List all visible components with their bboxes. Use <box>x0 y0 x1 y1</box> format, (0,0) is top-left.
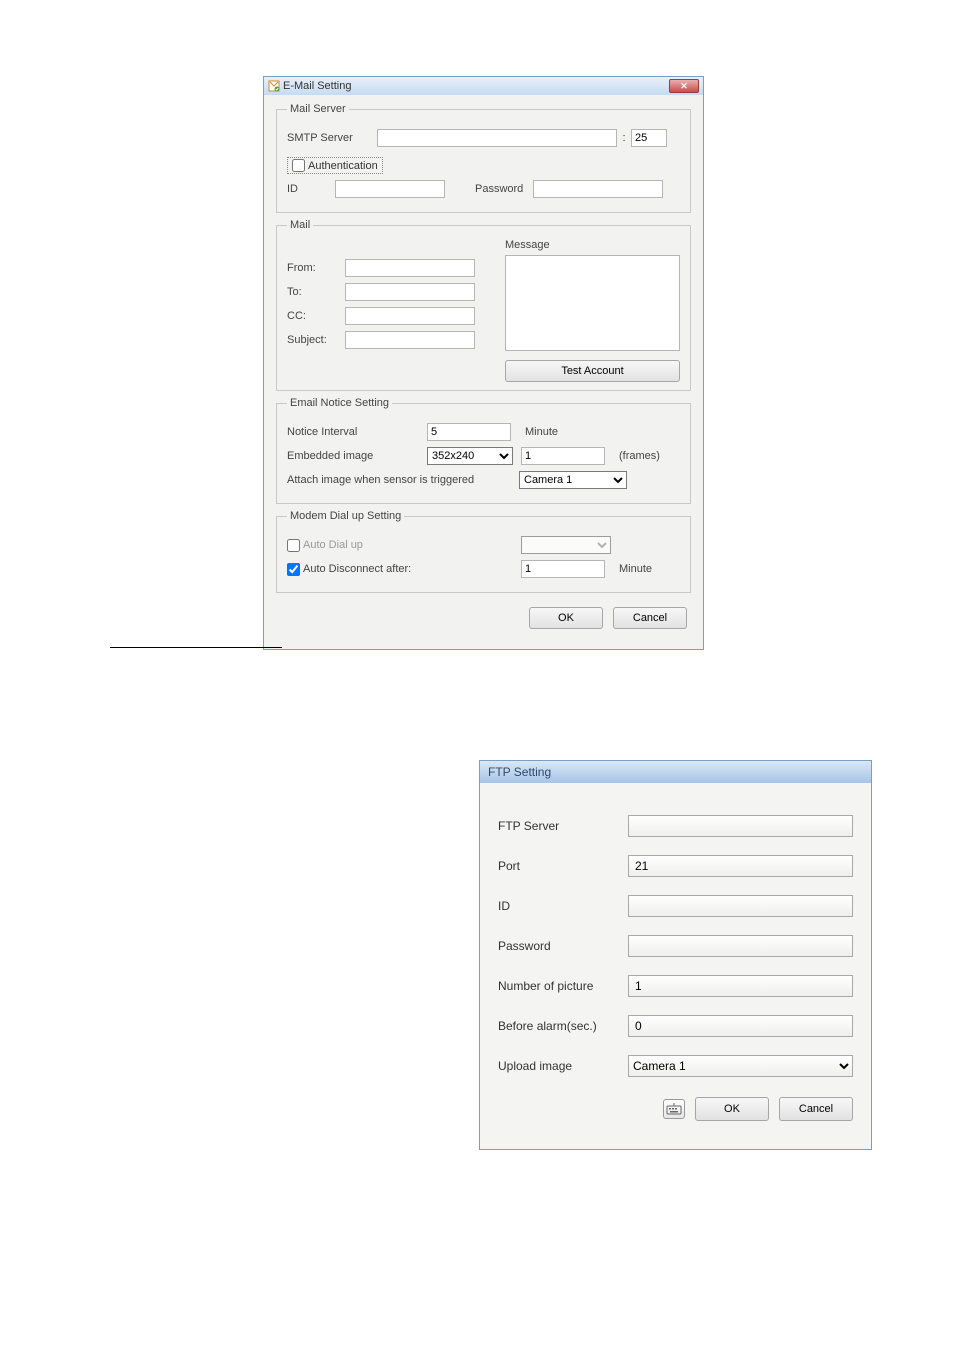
ftp-titlebar: FTP Setting <box>480 761 871 783</box>
port-separator: : <box>617 132 631 144</box>
ftp-password-label: Password <box>498 939 628 953</box>
section-underline <box>110 647 282 648</box>
auto-disconnect-input[interactable] <box>521 560 605 578</box>
email-notice-fieldset: Email Notice Setting Notice Interval Min… <box>276 397 691 504</box>
ftp-upload-image-label: Upload image <box>498 1059 628 1073</box>
modem-fieldset: Modem Dial up Setting Auto Dial up Auto … <box>276 510 691 593</box>
message-label: Message <box>505 239 680 251</box>
embedded-image-label: Embedded image <box>287 450 427 462</box>
ftp-upload-camera-select[interactable]: Camera 1 <box>628 1055 853 1077</box>
to-label: To: <box>287 286 345 298</box>
notice-interval-input[interactable] <box>427 423 511 441</box>
frames-unit: (frames) <box>619 450 660 462</box>
auto-disconnect-label: Auto Disconnect after: <box>303 563 521 575</box>
ftp-before-alarm-label: Before alarm(sec.) <box>498 1019 628 1033</box>
embedded-size-select[interactable]: 352x240 <box>427 447 513 465</box>
to-input[interactable] <box>345 283 475 301</box>
test-account-button[interactable]: Test Account <box>505 360 680 382</box>
subject-label: Subject: <box>287 334 345 346</box>
authentication-label: Authentication <box>308 160 378 172</box>
auto-dialup-checkbox[interactable] <box>287 539 300 552</box>
ftp-setting-dialog: FTP Setting FTP Server Port ID Password … <box>479 760 872 1150</box>
email-setting-dialog: E-Mail Setting ✕ Mail Server SMTP Server… <box>263 76 704 650</box>
keyboard-icon[interactable] <box>663 1099 685 1119</box>
message-textarea[interactable] <box>505 255 680 351</box>
ftp-password-input[interactable] <box>628 935 853 957</box>
ftp-num-picture-input[interactable] <box>628 975 853 997</box>
ftp-dialog-title: FTP Setting <box>488 765 551 779</box>
attach-camera-select[interactable]: Camera 1 <box>519 471 627 489</box>
smtp-input[interactable] <box>377 129 617 147</box>
id-label: ID <box>287 183 335 195</box>
mail-legend: Mail <box>287 219 313 231</box>
cc-label: CC: <box>287 310 345 322</box>
authentication-checkbox-wrap[interactable]: Authentication <box>287 157 383 174</box>
auto-dialup-select <box>521 536 611 554</box>
ftp-ok-button[interactable]: OK <box>695 1097 769 1121</box>
modem-legend: Modem Dial up Setting <box>287 510 404 522</box>
mail-server-fieldset: Mail Server SMTP Server : Authentication… <box>276 103 691 213</box>
notice-interval-unit: Minute <box>525 426 558 438</box>
from-input[interactable] <box>345 259 475 277</box>
email-cancel-button[interactable]: Cancel <box>613 607 687 629</box>
close-icon: ✕ <box>680 81 688 92</box>
smtp-label: SMTP Server <box>287 132 377 144</box>
email-ok-button[interactable]: OK <box>529 607 603 629</box>
app-icon <box>268 80 280 92</box>
auto-disconnect-unit: Minute <box>619 563 652 575</box>
notice-interval-label: Notice Interval <box>287 426 427 438</box>
auto-disconnect-checkbox[interactable] <box>287 563 300 576</box>
password-input[interactable] <box>533 180 663 198</box>
smtp-port-input[interactable] <box>631 129 667 147</box>
auto-dialup-label: Auto Dial up <box>303 539 521 551</box>
ftp-server-label: FTP Server <box>498 819 628 833</box>
close-button[interactable]: ✕ <box>669 79 699 93</box>
cc-input[interactable] <box>345 307 475 325</box>
email-dialog-title: E-Mail Setting <box>283 80 351 92</box>
id-input[interactable] <box>335 180 445 198</box>
from-label: From: <box>287 262 345 274</box>
email-titlebar: E-Mail Setting ✕ <box>264 77 703 95</box>
ftp-before-alarm-input[interactable] <box>628 1015 853 1037</box>
ftp-server-input[interactable] <box>628 815 853 837</box>
frames-input[interactable] <box>521 447 605 465</box>
ftp-port-input[interactable] <box>628 855 853 877</box>
mail-fieldset: Mail From: To: CC: Subject: Message Test… <box>276 219 691 391</box>
subject-input[interactable] <box>345 331 475 349</box>
ftp-port-label: Port <box>498 859 628 873</box>
mail-server-legend: Mail Server <box>287 103 349 115</box>
ftp-num-picture-label: Number of picture <box>498 979 628 993</box>
ftp-cancel-button[interactable]: Cancel <box>779 1097 853 1121</box>
ftp-id-input[interactable] <box>628 895 853 917</box>
ftp-id-label: ID <box>498 899 628 913</box>
authentication-checkbox[interactable] <box>292 159 305 172</box>
password-label: Password <box>475 183 523 195</box>
email-notice-legend: Email Notice Setting <box>287 397 392 409</box>
attach-image-label: Attach image when sensor is triggered <box>287 474 519 486</box>
